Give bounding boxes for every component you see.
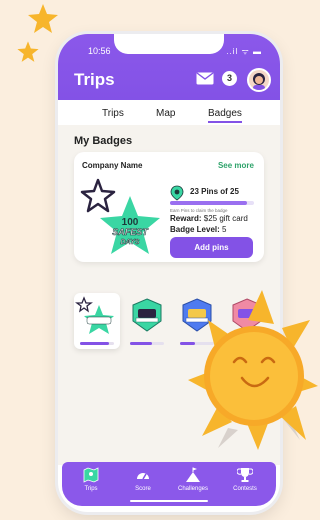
badge-card: Company Name See more 100 SAFEST DAYS 23… <box>74 152 264 262</box>
tab-trips[interactable]: Trips <box>102 108 124 119</box>
badge-list-item[interactable] <box>124 293 170 349</box>
badge-level-line: Badge Level: 5 <box>170 225 226 234</box>
nav-label-contests: Contests <box>233 486 257 492</box>
section-title: My Badges <box>74 135 133 147</box>
trophy-icon <box>237 468 253 482</box>
safest-days-badge-icon: 100 SAFEST DAYS <box>80 178 160 254</box>
map-icon <box>83 467 99 483</box>
user-avatar-icon <box>253 73 265 90</box>
tab-map[interactable]: Map <box>156 108 175 119</box>
pins-progress-fill <box>170 201 248 205</box>
status-icons: ..il ᯤ ▬ <box>226 47 262 56</box>
safest-days-badge-icon <box>75 296 114 334</box>
star-decoration-icon <box>17 41 39 62</box>
page-title: Trips <box>74 70 115 89</box>
pins-progress-bar <box>170 201 254 205</box>
see-more-link[interactable]: See more <box>218 161 254 170</box>
avatar[interactable] <box>247 68 271 92</box>
nav-item-challenges[interactable]: Challenges <box>170 467 216 492</box>
nav-label-trips: Trips <box>84 486 98 492</box>
badge-progress-fill <box>80 342 109 345</box>
tab-badges[interactable]: Badges <box>208 108 242 123</box>
badge-progress-bar <box>80 342 114 345</box>
badge-line3: DAYS <box>121 239 140 246</box>
mail-icon[interactable] <box>196 72 214 85</box>
app-header: 10:56 ..il ᯤ ▬ Trips 3 <box>58 34 280 100</box>
add-pins-button[interactable]: Add pins <box>170 237 253 258</box>
nav-label-challenges: Challenges <box>177 486 209 492</box>
home-indicator <box>130 500 208 502</box>
badge-level-value: 5 <box>219 225 227 234</box>
map-pin-icon <box>170 185 184 201</box>
status-time: 10:56 <box>88 46 111 56</box>
badge-progress-bar <box>130 342 164 345</box>
reward-label: Reward: <box>170 214 202 223</box>
badge-level-label: Badge Level: <box>170 225 220 234</box>
nav-item-score[interactable]: Score <box>120 467 166 492</box>
phone-notch <box>114 34 224 54</box>
nav-label-score: Score <box>135 486 151 492</box>
pins-progress-text: 23 Pins of 25 <box>190 187 239 196</box>
badge-progress-fill <box>130 342 153 345</box>
teal-shield-badge-icon <box>132 298 162 332</box>
badge-list-item[interactable] <box>74 293 120 349</box>
earn-hint: Earn Pins to claim the badge <box>170 208 228 213</box>
nav-item-contests[interactable]: Contests <box>222 467 268 492</box>
badge-line2: SAFEST <box>112 227 149 237</box>
flag-mountain-icon <box>186 467 200 482</box>
notification-count-badge[interactable]: 3 <box>222 71 237 86</box>
sun-mascot-icon <box>188 290 318 450</box>
reward-value: $25 gift card <box>201 214 248 223</box>
tab-bar: Trips Map Badges <box>58 100 280 124</box>
company-name: Company Name <box>82 161 143 170</box>
gauge-icon <box>137 473 149 480</box>
nav-item-trips[interactable]: Trips <box>68 467 114 492</box>
reward-line: Reward: $25 gift card <box>170 214 248 223</box>
star-decoration-icon <box>28 4 58 33</box>
